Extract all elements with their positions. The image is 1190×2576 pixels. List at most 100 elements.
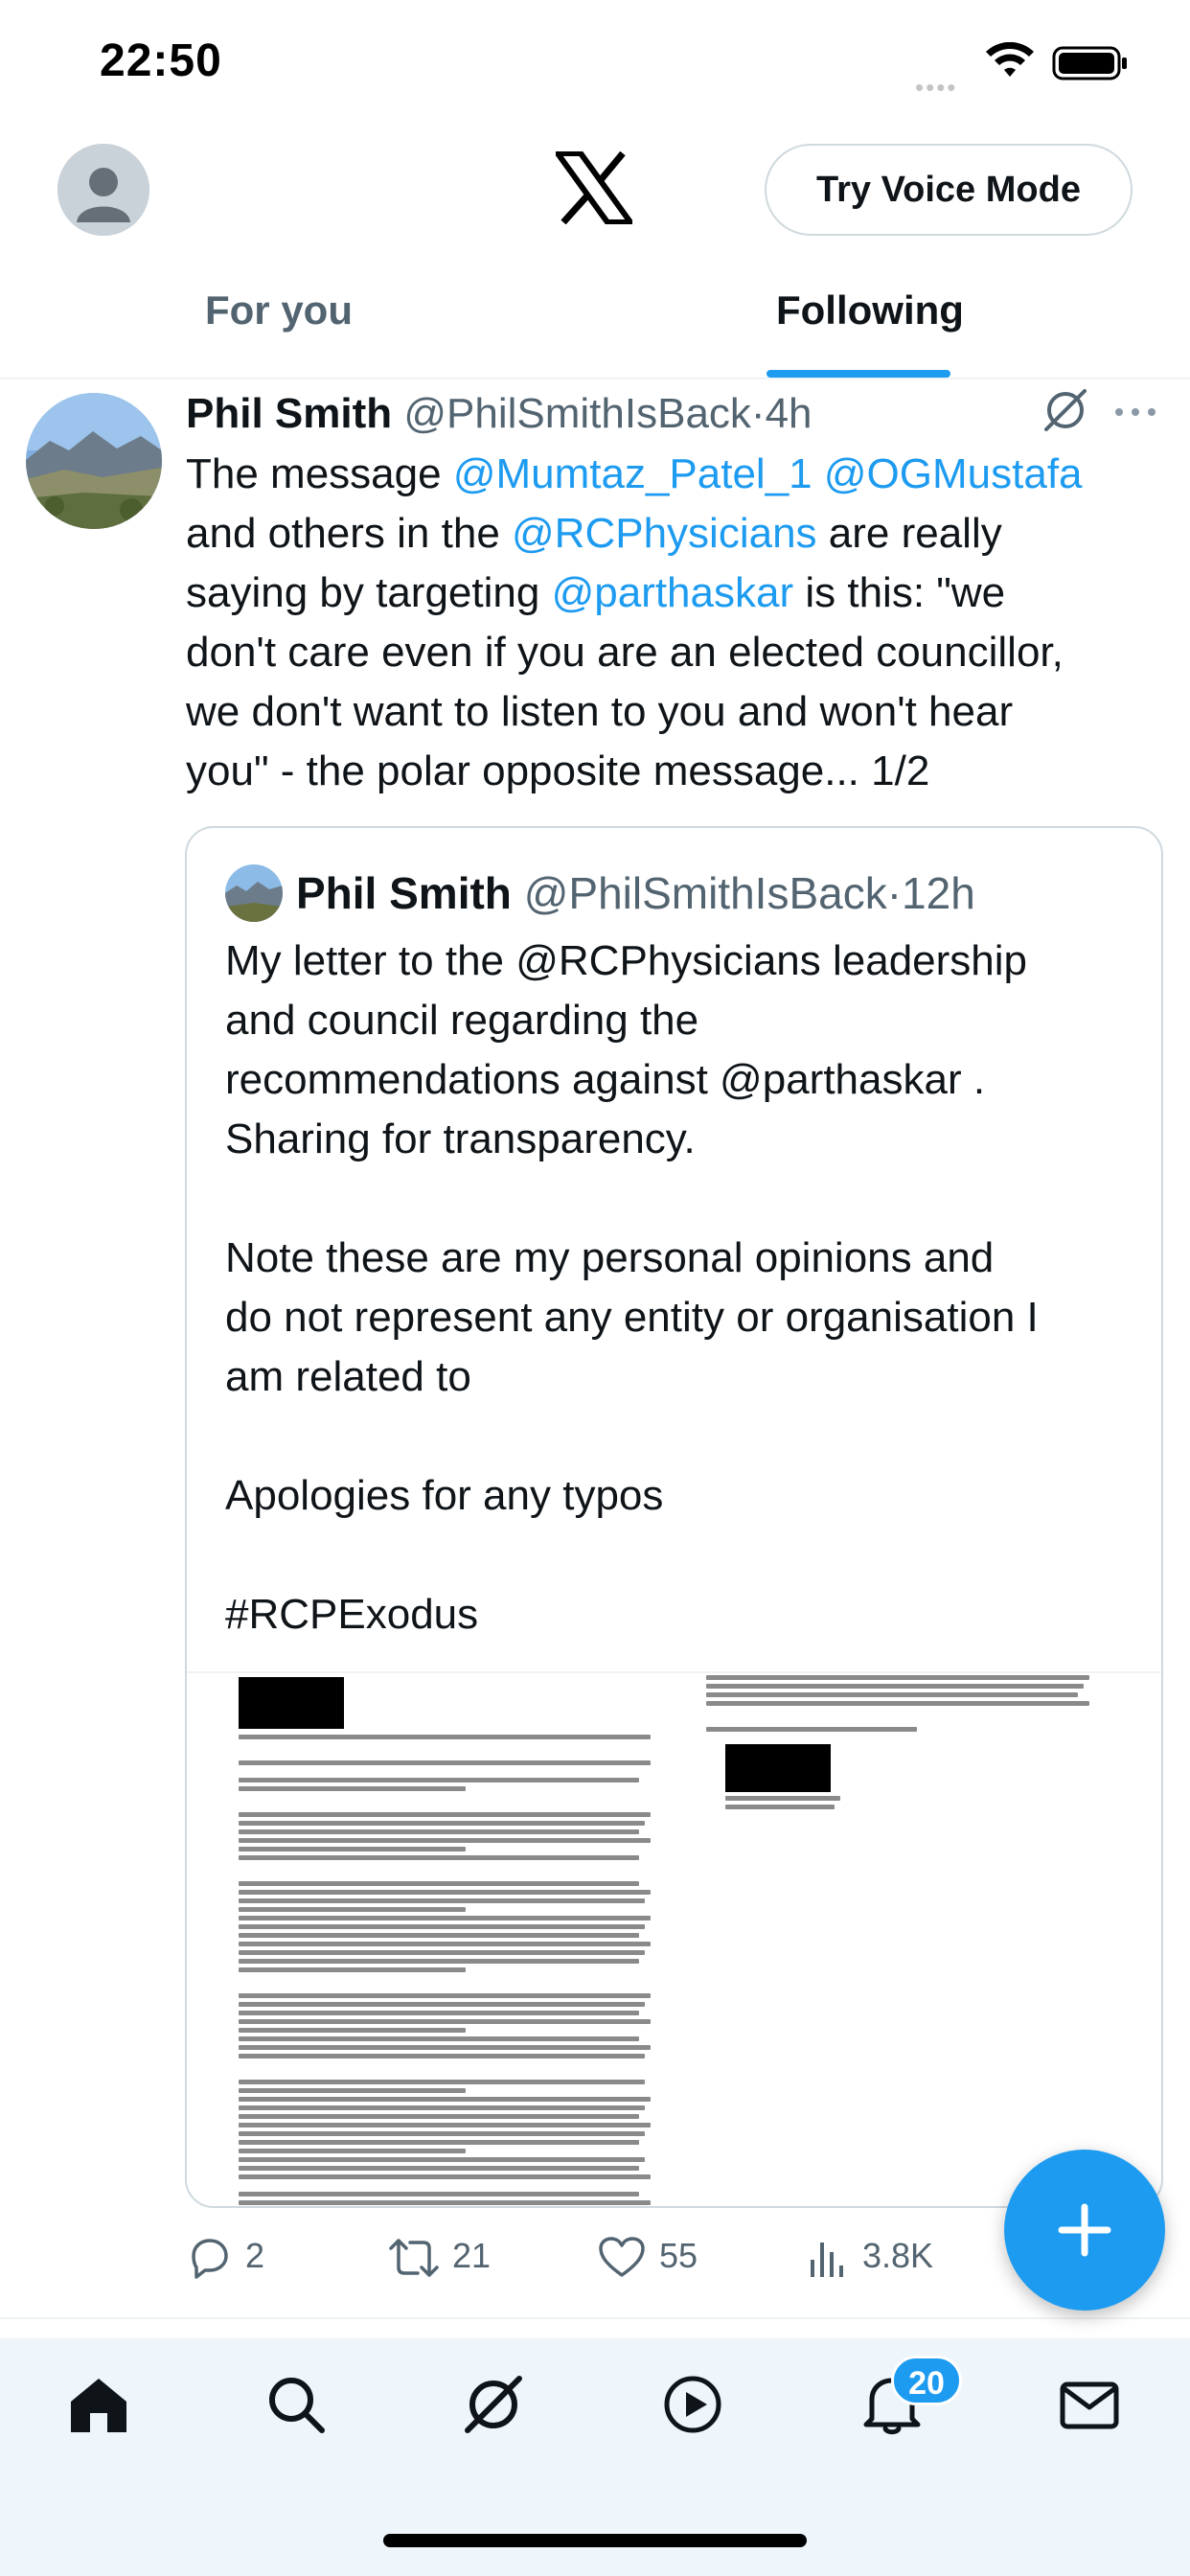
redaction-block [239, 1677, 344, 1729]
letter-text-line [239, 2166, 639, 2171]
letter-text-line [239, 1855, 639, 1860]
tweet-author-handle[interactable]: @PhilSmithIsBack [403, 390, 751, 437]
profile-avatar-button[interactable] [57, 144, 149, 236]
letter-text-line [239, 1890, 651, 1895]
redaction-block [725, 1744, 831, 1792]
tweet-text: The message @Mumtaz_Patel_1 @OGMustafa a… [186, 445, 1154, 801]
letter-text-line [239, 2080, 645, 2084]
letter-text-line [239, 2105, 645, 2110]
quoted-tweet-text: My letter to the @RCPhysicians leadershi… [225, 937, 1039, 1638]
letter-text-line [239, 2028, 466, 2033]
reply-button[interactable]: 2 [186, 2229, 282, 2287]
quoted-tweet-header: Phil Smith @PhilSmithIsBack·12h [296, 864, 1139, 922]
mention-link[interactable]: @RCPhysicians [512, 510, 817, 557]
reply-count: 2 [245, 2236, 265, 2275]
video-icon[interactable] [659, 2371, 726, 2438]
screen: 22:50 •••• Try Voice Mode For you Follow… [0, 0, 1190, 2576]
letter-text-line [706, 1701, 1089, 1706]
letter-text-line [239, 1821, 645, 1826]
repost-button[interactable]: 21 [387, 2229, 502, 2287]
letter-text-line [239, 1829, 639, 1834]
letter-text-line [706, 1675, 1089, 1680]
letter-text-line [239, 2131, 645, 2136]
letter-document-image[interactable] [187, 1671, 1161, 2206]
letter-text-line [239, 1760, 651, 1765]
compose-post-button[interactable] [1004, 2150, 1165, 2311]
quoted-tweet-time: 12h [902, 868, 975, 918]
views-chart-icon [811, 2242, 843, 2277]
cellular-signal-icon: •••• [915, 73, 958, 102]
try-voice-mode-button[interactable]: Try Voice Mode [765, 144, 1133, 236]
messages-icon[interactable] [1056, 2371, 1123, 2438]
letter-page-1 [187, 1673, 704, 2206]
letter-text-line [239, 1898, 645, 1903]
quoted-time-separator: · [886, 868, 903, 918]
letter-text-line [239, 1916, 651, 1920]
view-count: 3.8K [862, 2236, 934, 2275]
letter-text-line [239, 1881, 639, 1886]
quoted-author-handle: @PhilSmithIsBack [523, 868, 887, 918]
grok-icon[interactable] [460, 2371, 527, 2438]
letter-text-line [239, 2157, 645, 2162]
tab-following[interactable]: Following [776, 288, 964, 334]
tweet-time-separator: · [750, 390, 766, 437]
mention-link[interactable]: @OGMustafa [824, 450, 1083, 497]
wifi-icon [986, 42, 1034, 77]
letter-text-line [239, 1786, 466, 1791]
landscape-avatar-image [225, 864, 283, 922]
tweet-text-segment: The message [186, 450, 453, 497]
like-button[interactable]: 55 [598, 2229, 713, 2287]
tweet-time: 4h [765, 390, 812, 437]
tweet-author-name[interactable]: Phil Smith [186, 390, 392, 437]
letter-text-line [239, 1924, 645, 1929]
landscape-avatar-image [26, 393, 162, 529]
letter-text-line [239, 2149, 466, 2153]
letter-text-line [239, 1933, 639, 1938]
tweet-text-segment: and others in the [186, 510, 500, 557]
reply-icon [192, 2239, 228, 2279]
letter-text-line [239, 2088, 466, 2093]
letter-text-line [239, 1942, 651, 1946]
letter-text-line [239, 1993, 651, 1998]
status-bar: 22:50 •••• [0, 0, 1190, 134]
quoted-author-avatar [225, 864, 283, 922]
battery-icon [1052, 46, 1127, 80]
search-icon[interactable] [263, 2371, 330, 2438]
mention-link[interactable]: @parthaskar [552, 569, 794, 616]
default-avatar-icon [57, 144, 149, 236]
divider [0, 2317, 1190, 2319]
letter-text-line [725, 1796, 840, 1801]
letter-text-line [239, 1847, 466, 1852]
letter-text-line [239, 1907, 466, 1912]
plus-icon [1058, 2203, 1111, 2257]
letter-text-line [239, 1959, 639, 1964]
letter-text-line [239, 2114, 639, 2119]
active-tab-indicator [767, 370, 950, 378]
letter-page-2 [704, 1673, 1161, 2206]
letter-text-line [239, 2036, 639, 2041]
home-icon[interactable] [65, 2371, 132, 2438]
letter-text-line [239, 2140, 639, 2145]
grok-icon[interactable] [1041, 385, 1090, 435]
letter-text-line [239, 1967, 466, 1972]
letter-text-line [239, 1950, 645, 1955]
home-indicator [383, 2534, 807, 2547]
status-time: 22:50 [100, 35, 222, 86]
letter-text-line [706, 1684, 1084, 1689]
mention-link[interactable]: @Mumtaz_Patel_1 [453, 450, 812, 497]
letter-text-line [239, 2045, 651, 2050]
like-count: 55 [659, 2236, 698, 2275]
more-options-icon[interactable] [1111, 393, 1159, 431]
letter-text-line [239, 2174, 651, 2179]
repost-icon [389, 2239, 439, 2277]
letter-text-line [239, 2054, 645, 2058]
tweet-author-avatar[interactable] [26, 393, 162, 529]
quoted-tweet-card[interactable]: Phil Smith @PhilSmithIsBack·12h My lette… [185, 826, 1163, 2208]
divider [0, 378, 1190, 380]
quoted-author-name: Phil Smith [296, 868, 512, 918]
views-button[interactable]: 3.8K [807, 2229, 950, 2287]
tab-for-you[interactable]: For you [205, 288, 353, 334]
letter-text-line [239, 1838, 651, 1843]
letter-text-line [239, 1778, 639, 1782]
letter-text-line [239, 2192, 639, 2196]
